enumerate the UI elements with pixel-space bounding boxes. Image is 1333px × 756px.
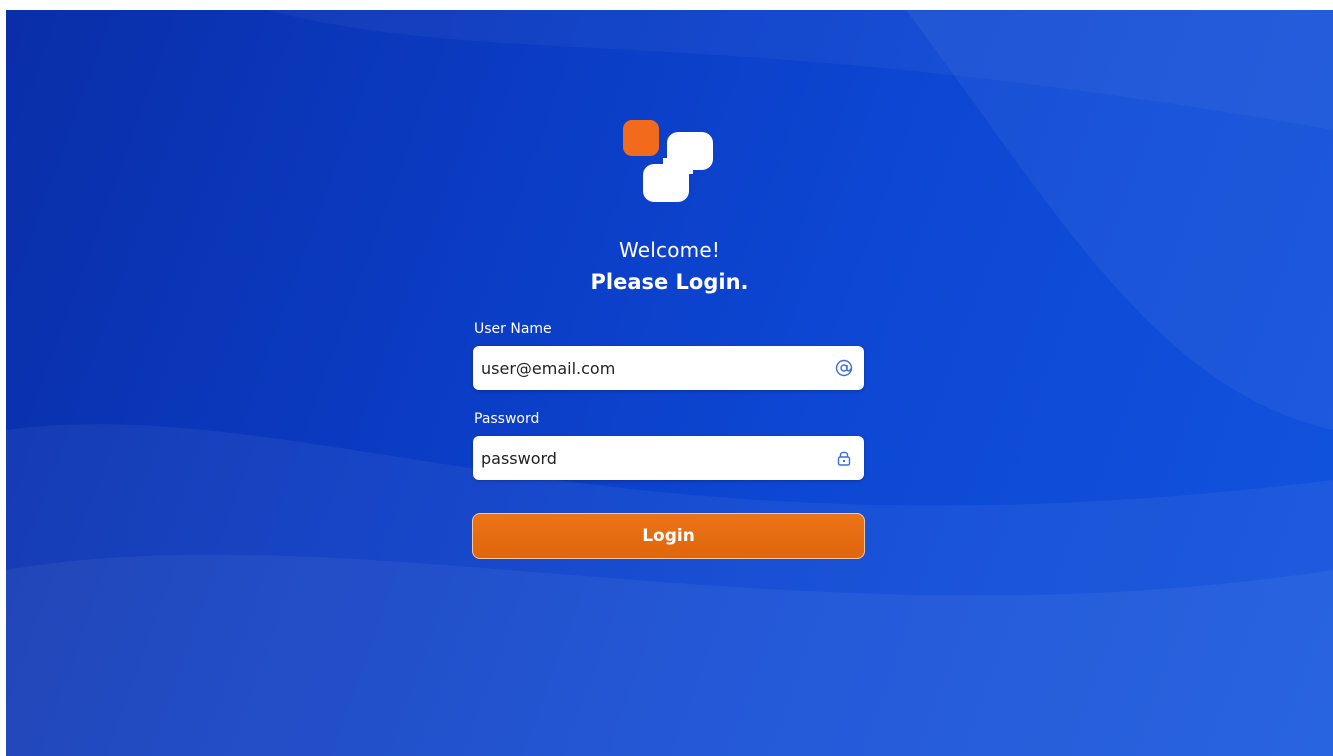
app-logo — [619, 118, 715, 206]
password-input[interactable] — [473, 436, 821, 480]
login-screen: Welcome! Please Login. User Name Passwor… — [6, 10, 1333, 756]
lock-icon — [834, 448, 854, 468]
password-label: Password — [474, 411, 540, 427]
username-input[interactable] — [473, 346, 821, 390]
welcome-heading: Welcome! — [618, 238, 721, 262]
at-sign-icon — [834, 358, 854, 378]
username-label: User Name — [474, 321, 552, 337]
username-field-container — [473, 346, 864, 390]
password-field-container — [473, 436, 864, 480]
login-prompt: Please Login. — [590, 270, 749, 294]
login-button[interactable]: Login — [472, 513, 865, 559]
